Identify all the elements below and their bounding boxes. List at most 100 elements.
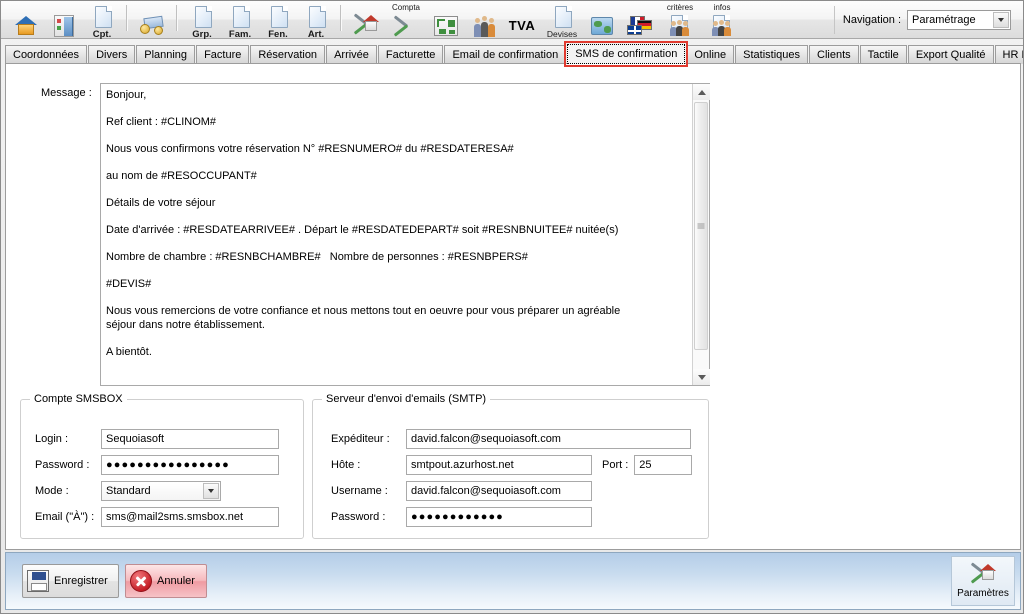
toolbar-grp-button[interactable]: Grp. bbox=[183, 3, 221, 39]
toolbar-art-label: Art. bbox=[307, 28, 325, 40]
smtp-host-label: Hôte : bbox=[331, 459, 361, 471]
toolbar-fen-label: Fen. bbox=[268, 28, 288, 40]
cancel-button[interactable]: Annuler bbox=[125, 564, 207, 598]
smtp-server-group: Serveur d'envoi d'emails (SMTP) Expédite… bbox=[312, 393, 709, 539]
groups-doc-icon bbox=[187, 5, 217, 31]
toolbar-fen-button[interactable]: Fen. bbox=[259, 3, 297, 39]
smsbox-mode-label: Mode : bbox=[35, 485, 69, 497]
toolbar-criteres-button[interactable]: critères bbox=[659, 3, 701, 39]
toolbar-compta-button[interactable]: Compta bbox=[385, 3, 427, 39]
smtp-username-input[interactable]: david.falcon@sequoiasoft.com bbox=[406, 481, 592, 501]
smtp-sender-label: Expéditeur : bbox=[331, 433, 390, 445]
smsbox-password-input[interactable]: ●●●●●●●●●●●●●●●● bbox=[101, 455, 279, 475]
message-line: Ref client : #CLINOM# bbox=[106, 116, 217, 128]
message-scrollbar[interactable] bbox=[692, 84, 710, 385]
smsbox-mode-select[interactable]: Standard bbox=[101, 481, 221, 501]
smtp-host-input[interactable]: smtpout.azurhost.net bbox=[406, 455, 592, 475]
save-button-label: Enregistrer bbox=[54, 575, 108, 587]
tab-planning[interactable]: Planning bbox=[136, 45, 196, 64]
main-toolbar: Cpt. Grp. Fam. Fen. Art. Compta TVA Devi… bbox=[1, 1, 1023, 39]
toolbar-tva-button[interactable]: TVA bbox=[503, 3, 541, 39]
toolbar-infos-button[interactable]: infos bbox=[701, 3, 743, 39]
tab-hr-mobile[interactable]: HR Mobile bbox=[994, 45, 1023, 64]
smtp-password-label: Password : bbox=[331, 511, 386, 523]
scroll-down-icon[interactable] bbox=[693, 369, 710, 385]
smsbox-group-legend: Compte SMSBOX bbox=[30, 393, 127, 405]
tab-facturette[interactable]: Facturette bbox=[377, 45, 444, 64]
toolbar-cpt-button[interactable]: Cpt. bbox=[83, 3, 121, 39]
toolbar-art-button[interactable]: Art. bbox=[297, 3, 335, 39]
message-line: Date d'arrivée : #RESDATEARRIVEE# . Dépa… bbox=[106, 224, 619, 236]
toolbar-home-button[interactable] bbox=[7, 3, 45, 39]
smtp-sender-input[interactable]: david.falcon@sequoiasoft.com bbox=[406, 429, 691, 449]
toolbar-door-arrivals-button[interactable] bbox=[45, 3, 83, 39]
message-textarea[interactable]: Bonjour, Ref client : #CLINOM# Nous vous… bbox=[101, 84, 692, 385]
smtp-port-input[interactable]: 25 bbox=[634, 455, 693, 475]
toolbar-separator bbox=[126, 5, 128, 31]
scrollbar-thumb[interactable] bbox=[694, 102, 708, 350]
message-line: Détails de votre séjour bbox=[106, 197, 216, 209]
chevron-down-icon[interactable] bbox=[203, 483, 219, 499]
tab-export-qualite[interactable]: Export Qualité bbox=[907, 45, 994, 64]
message-textarea-wrapper: Bonjour, Ref client : #CLINOM# Nous vous… bbox=[100, 83, 710, 386]
scroll-up-icon[interactable] bbox=[693, 84, 710, 100]
door-arrivals-icon bbox=[49, 13, 79, 39]
tab-divers[interactable]: Divers bbox=[88, 45, 136, 64]
smsbox-password-row: Password : ●●●●●●●●●●●●●●●● bbox=[35, 455, 279, 475]
smtp-username-label: Username : bbox=[331, 485, 388, 497]
save-button[interactable]: Enregistrer bbox=[22, 564, 119, 598]
toolbar-fam-button[interactable]: Fam. bbox=[221, 3, 259, 39]
home-icon bbox=[11, 13, 41, 39]
message-line: Nous vous remercions de votre confiance … bbox=[106, 305, 624, 331]
tab-sms-de-confirmation[interactable]: SMS de confirmation bbox=[564, 41, 689, 67]
infos-people-icon bbox=[707, 14, 737, 39]
tab-arrivee[interactable]: Arrivée bbox=[326, 45, 377, 64]
parametres-button-label: Paramètres bbox=[957, 588, 1009, 599]
smsbox-email-row: Email ("À") : sms@mail2sms.smsbox.net bbox=[35, 507, 279, 527]
tab-online[interactable]: Online bbox=[686, 45, 735, 64]
toolbar-settings-house-button[interactable] bbox=[347, 3, 385, 39]
tab-tactile[interactable]: Tactile bbox=[859, 45, 907, 64]
criteres-people-icon bbox=[665, 14, 695, 39]
navigation-label: Navigation : bbox=[842, 13, 901, 26]
smsbox-login-input[interactable]: Sequoiasoft bbox=[101, 429, 279, 449]
floorplan-icon bbox=[431, 13, 461, 39]
toolbar-languages-button[interactable] bbox=[621, 3, 659, 39]
tva-icon: TVA bbox=[507, 13, 537, 39]
devises-doc-icon bbox=[547, 5, 577, 31]
footer-bar: Enregistrer Annuler Paramètres bbox=[5, 552, 1021, 610]
navigation-selected-value: Paramétrage bbox=[912, 13, 976, 26]
tab-statistiques[interactable]: Statistiques bbox=[735, 45, 808, 64]
chevron-down-icon[interactable] bbox=[993, 11, 1009, 28]
languages-flags-icon bbox=[625, 13, 655, 39]
navigation-area: Navigation : Paramétrage bbox=[833, 5, 1019, 34]
toolbar-floorplan-button[interactable] bbox=[427, 3, 465, 39]
tab-coordonnees[interactable]: Coordonnées bbox=[5, 45, 88, 64]
toolbar-devises-label: Devises bbox=[546, 28, 578, 39]
message-label: Message : bbox=[41, 87, 92, 99]
smsbox-login-label: Login : bbox=[35, 433, 69, 445]
tab-clients[interactable]: Clients bbox=[809, 45, 859, 64]
toolbar-devises-button[interactable]: Devises bbox=[541, 3, 583, 39]
toolbar-world-map-button[interactable] bbox=[583, 3, 621, 39]
toolbar-separator bbox=[340, 5, 342, 31]
windows-doc-icon bbox=[263, 5, 293, 31]
message-line: Bonjour, bbox=[106, 89, 147, 101]
smtp-username-row: Username : david.falcon@sequoiasoft.com bbox=[331, 481, 592, 501]
accounting-doc-icon bbox=[87, 5, 117, 31]
application-window: Cpt. Grp. Fam. Fen. Art. Compta TVA Devi… bbox=[0, 0, 1024, 614]
families-doc-icon bbox=[225, 5, 255, 31]
smsbox-email-input[interactable]: sms@mail2sms.smsbox.net bbox=[101, 507, 279, 527]
settings-house-icon bbox=[969, 562, 997, 587]
parametres-button[interactable]: Paramètres bbox=[951, 556, 1015, 606]
toolbar-fam-label: Fam. bbox=[228, 28, 252, 40]
tab-facture[interactable]: Facture bbox=[196, 45, 250, 64]
tab-reservation[interactable]: Réservation bbox=[250, 45, 326, 64]
toolbar-clients-button[interactable] bbox=[465, 3, 503, 39]
toolbar-payments-button[interactable] bbox=[133, 3, 171, 39]
smtp-password-input[interactable]: ●●●●●●●●●●●● bbox=[406, 507, 592, 527]
navigation-select[interactable]: Paramétrage bbox=[907, 9, 1011, 30]
tab-email-de-confirmation[interactable]: Email de confirmation bbox=[444, 45, 567, 64]
message-line: #DEVIS# bbox=[106, 278, 152, 290]
toolbar-compta-toplabel: Compta bbox=[391, 2, 421, 12]
